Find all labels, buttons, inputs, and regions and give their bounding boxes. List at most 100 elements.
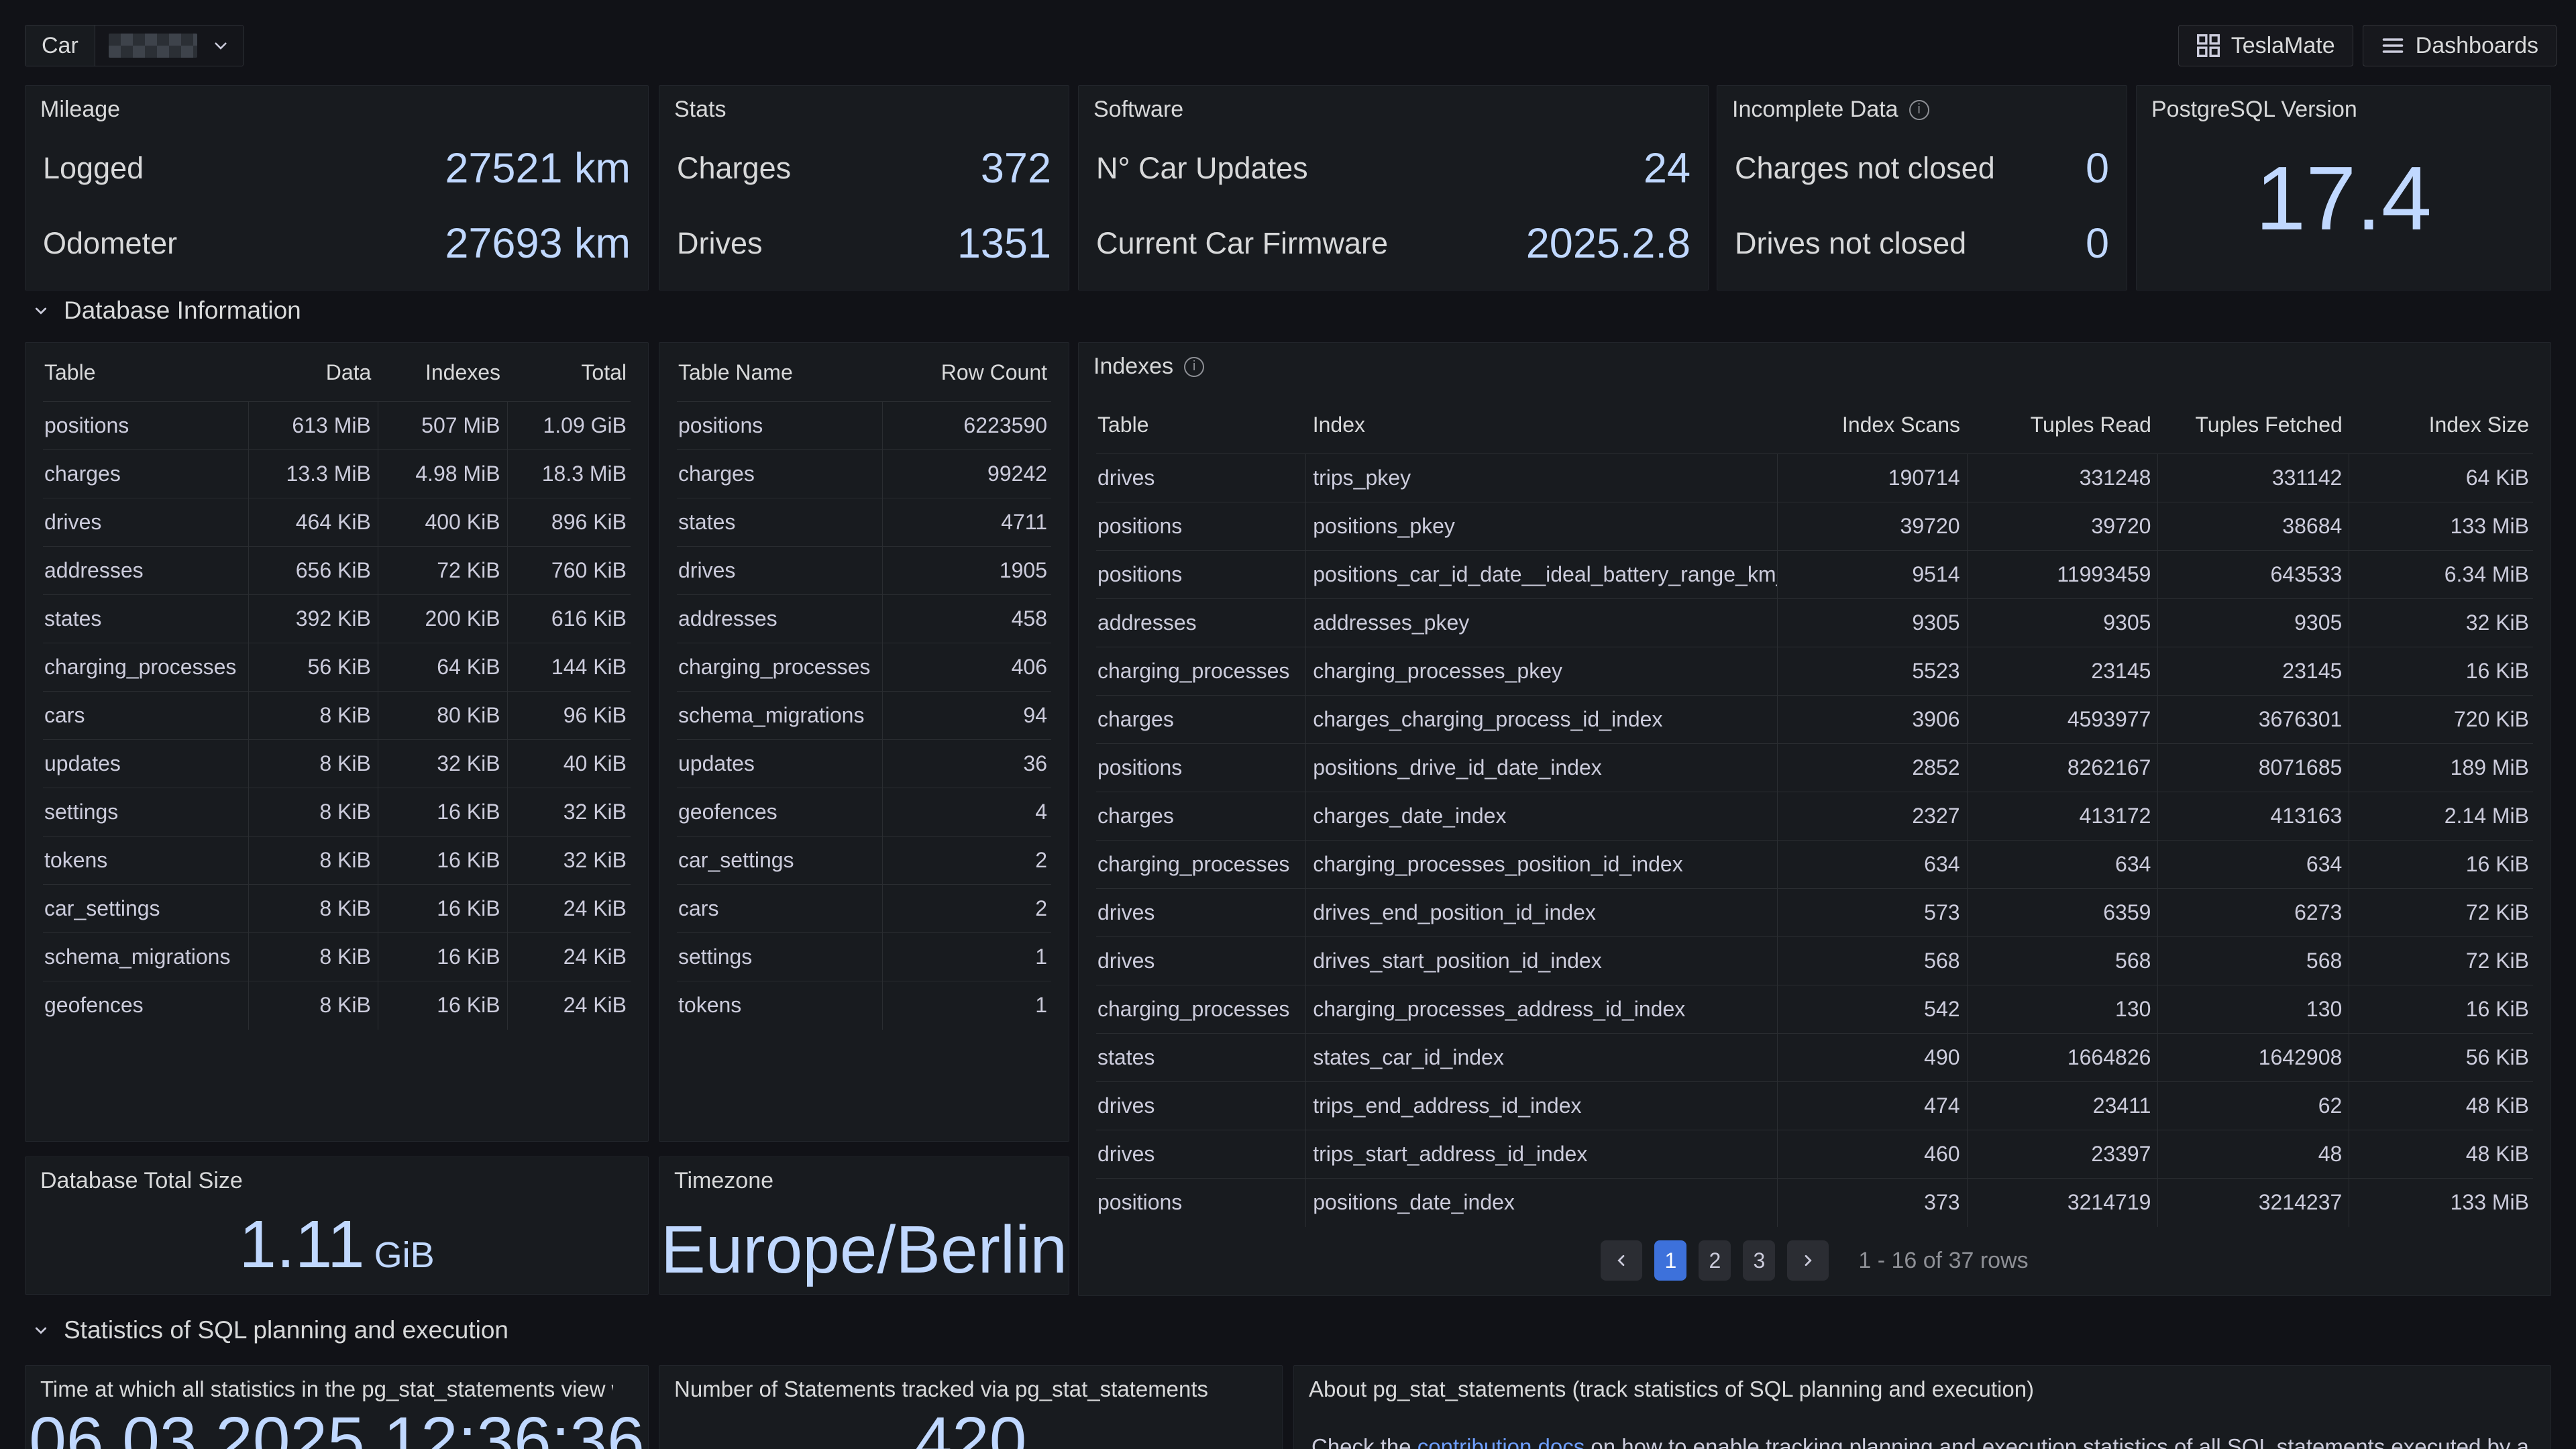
table-cell: 9514 — [1777, 551, 1967, 599]
indexes-table: Table Index Index Scans Tuples Read Tupl… — [1096, 395, 2533, 1227]
mileage-panel: Mileage Logged27521 km Odometer27693 km — [25, 85, 649, 290]
contribution-docs-link[interactable]: contribution docs — [1417, 1434, 1585, 1449]
column-header[interactable]: Tuples Read — [1967, 395, 2158, 454]
table-cell: 23397 — [1967, 1130, 2158, 1179]
table-cell: 23145 — [2158, 647, 2349, 696]
column-header[interactable]: Table — [1096, 395, 1306, 454]
section-sql-statistics[interactable]: Statistics of SQL planning and execution — [33, 1316, 508, 1344]
about-body-prefix: Check the — [1311, 1434, 1417, 1449]
section-database-information[interactable]: Database Information — [33, 297, 301, 325]
dashboards-button[interactable]: Dashboards — [2363, 25, 2557, 66]
table-cell: 38684 — [2158, 502, 2349, 551]
table-cell: 48 — [2158, 1130, 2349, 1179]
column-header[interactable]: Index Scans — [1777, 395, 1967, 454]
info-icon[interactable]: i — [1909, 100, 1929, 120]
table-cell: positions — [1096, 744, 1306, 792]
panel-title: Time at which all statistics in the pg_s… — [40, 1377, 613, 1402]
pagination-page-3[interactable]: 3 — [1743, 1240, 1775, 1281]
column-header[interactable]: Indexes — [378, 343, 507, 402]
table-cell: 8 KiB — [249, 885, 378, 933]
table-row: updates36 — [677, 740, 1051, 788]
table-row: schema_migrations94 — [677, 692, 1051, 740]
table-cell: states — [677, 498, 883, 547]
table-row: addresses458 — [677, 595, 1051, 643]
car-variable-value[interactable] — [95, 25, 243, 66]
pagination-prev-button[interactable] — [1601, 1240, 1642, 1281]
table-cell: positions_car_id_date__ideal_battery_ran… — [1306, 551, 1778, 599]
table-row: drivestrips_start_address_id_index460233… — [1096, 1130, 2533, 1179]
car-variable-dropdown[interactable]: Car — [25, 25, 244, 66]
column-header[interactable]: Total — [507, 343, 631, 402]
stat-value: 1351 — [957, 219, 1051, 268]
table-row: drivesdrives_end_position_id_index573635… — [1096, 889, 2533, 937]
table-cell: 8 KiB — [249, 837, 378, 885]
table-row: addressesaddresses_pkey93059305930532 Ki… — [1096, 599, 2533, 647]
column-header[interactable]: Index — [1306, 395, 1778, 454]
table-cell: tokens — [43, 837, 249, 885]
table-cell: charging_processes — [1096, 841, 1306, 889]
software-panel: Software N° Car Updates24 Current Car Fi… — [1078, 85, 1709, 290]
table-cell: states — [43, 595, 249, 643]
table-cell: 24 KiB — [507, 885, 631, 933]
table-cell: 16 KiB — [378, 933, 507, 981]
table-cell: 331142 — [2158, 454, 2349, 502]
database-total-size-panel: Database Total Size 1.11 GiB — [25, 1157, 649, 1295]
table-row: positionspositions_date_index37332147193… — [1096, 1179, 2533, 1227]
teslamate-button[interactable]: TeslaMate — [2178, 25, 2353, 66]
pagination-next-button[interactable] — [1787, 1240, 1829, 1281]
indexes-panel: Indexesi Table Index Index Scans Tuples … — [1078, 342, 2551, 1296]
pagination-range-text: 1 - 16 of 37 rows — [1858, 1248, 2028, 1274]
table-cell: 2 — [883, 837, 1051, 885]
column-header[interactable]: Table — [43, 343, 249, 402]
table-cell: 464 KiB — [249, 498, 378, 547]
table-cell: 96 KiB — [507, 692, 631, 740]
pagination-page-2[interactable]: 2 — [1699, 1240, 1731, 1281]
panel-title: Software — [1093, 97, 1183, 123]
table-cell: car_settings — [43, 885, 249, 933]
chevron-down-icon — [212, 37, 229, 54]
table-cell: 56 KiB — [2349, 1034, 2533, 1082]
table-cell: 613 MiB — [249, 402, 378, 450]
table-cell: addresses_pkey — [1306, 599, 1778, 647]
table-cell: charging_processes_pkey — [1306, 647, 1778, 696]
table-row: geofences8 KiB16 KiB24 KiB — [43, 981, 631, 1030]
table-cell: charges — [43, 450, 249, 498]
table-cell: 1.09 GiB — [507, 402, 631, 450]
column-header[interactable]: Row Count — [883, 343, 1051, 402]
table-cell: 23145 — [1967, 647, 2158, 696]
table-cell: 4.98 MiB — [378, 450, 507, 498]
column-header[interactable]: Index Size — [2349, 395, 2533, 454]
panel-title: Indexesi — [1093, 354, 1204, 380]
table-cell: charges — [1096, 792, 1306, 841]
panel-title: Number of Statements tracked via pg_stat… — [674, 1377, 1208, 1402]
table-cell: 400 KiB — [378, 498, 507, 547]
table-cell: 507 MiB — [378, 402, 507, 450]
table-row: positionspositions_drive_id_date_index28… — [1096, 744, 2533, 792]
info-icon[interactable]: i — [1184, 357, 1204, 377]
table-cell: 56 KiB — [249, 643, 378, 692]
table-cell: 2852 — [1777, 744, 1967, 792]
table-cell: 8 KiB — [249, 692, 378, 740]
column-header[interactable]: Table Name — [677, 343, 883, 402]
table-cell: 634 — [1777, 841, 1967, 889]
stat-label: Logged — [43, 151, 144, 186]
stat-label: Charges — [677, 151, 791, 186]
table-row: statesstates_car_id_index490166482616429… — [1096, 1034, 2533, 1082]
column-header[interactable]: Tuples Fetched — [2158, 395, 2349, 454]
pagination-page-1[interactable]: 1 — [1654, 1240, 1686, 1281]
table-cell: 133 MiB — [2349, 1179, 2533, 1227]
table-cell: 8 KiB — [249, 981, 378, 1030]
stat-label: Charges not closed — [1735, 151, 1995, 186]
table-cell: drives — [1096, 454, 1306, 502]
column-header[interactable]: Data — [249, 343, 378, 402]
table-cell: 16 KiB — [378, 885, 507, 933]
table-cell: 413163 — [2158, 792, 2349, 841]
table-cell: 32 KiB — [507, 788, 631, 837]
table-row: states392 KiB200 KiB616 KiB — [43, 595, 631, 643]
section-title: Statistics of SQL planning and execution — [64, 1316, 508, 1344]
table-cell: positions — [677, 402, 883, 450]
table-cell: 16 KiB — [2349, 647, 2533, 696]
table-row: drives1905 — [677, 547, 1051, 595]
table-cell: 896 KiB — [507, 498, 631, 547]
table-cell: 406 — [883, 643, 1051, 692]
